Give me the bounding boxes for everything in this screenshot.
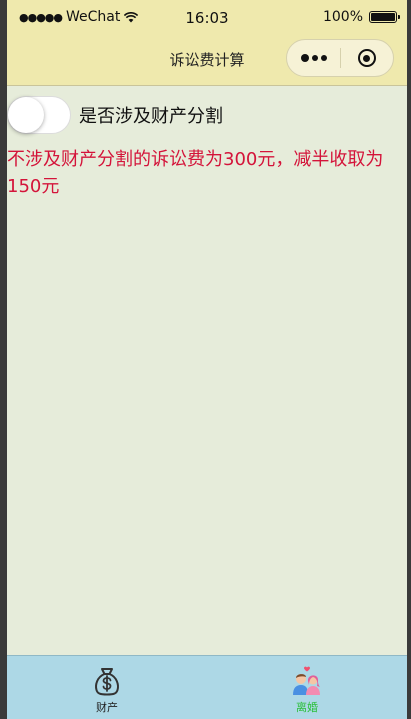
money-bag-icon: [95, 668, 119, 696]
fee-result-text: 不涉及财产分割的诉讼费为300元，减半收取为150元: [7, 149, 384, 197]
battery-icon: [369, 11, 400, 23]
menu-capsule: [286, 39, 394, 77]
close-target-icon: [357, 49, 376, 67]
tab-property[interactable]: 财产: [7, 656, 207, 719]
tab-property-label: 财产: [96, 701, 118, 714]
tab-bar: 财产 离婚: [7, 655, 407, 719]
property-division-switch[interactable]: [7, 96, 71, 134]
phone-screen: ●●●●● WeChat 16:03 100% 诉讼费计算 是否涉及财产分割 不…: [7, 0, 407, 719]
property-division-row: 是否涉及财产分割: [7, 95, 223, 135]
tab-divorce-label: 离婚: [296, 701, 318, 714]
switch-knob: [8, 97, 44, 133]
more-dots-icon: [300, 54, 309, 62]
top-bar: ●●●●● WeChat 16:03 100% 诉讼费计算: [7, 0, 407, 86]
battery-percent: 100%: [322, 9, 363, 25]
tab-divorce[interactable]: 离婚: [207, 656, 407, 719]
couple-icon: [293, 666, 320, 695]
more-button[interactable]: [287, 40, 340, 76]
switch-label: 是否涉及财产分割: [79, 106, 223, 127]
close-miniprogram-button[interactable]: [341, 40, 393, 76]
status-battery: 100%: [322, 9, 400, 25]
